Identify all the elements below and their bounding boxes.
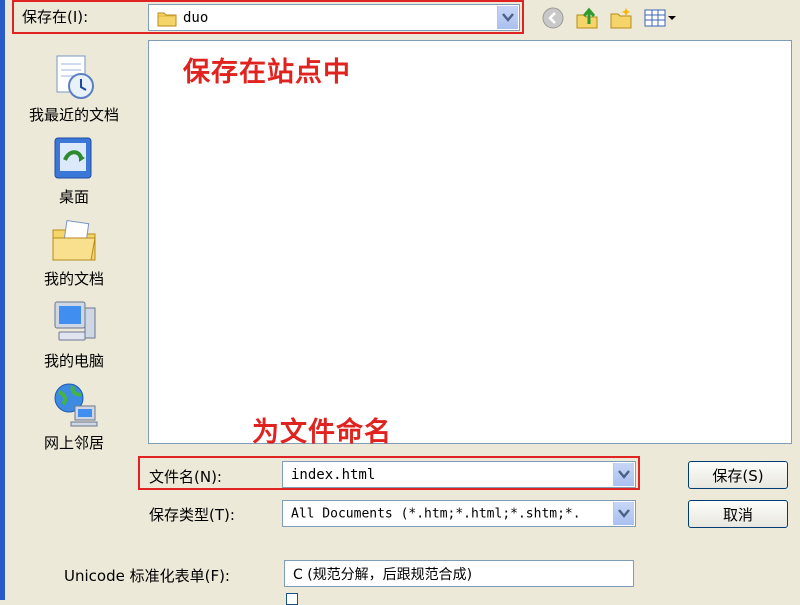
cancel-button[interactable]: 取消 [688,500,788,528]
partial-checkbox[interactable] [286,593,298,605]
save-type-dropdown[interactable]: All Documents (*.htm;*.html;*.shtm;*. [282,500,636,527]
my-computer-icon [49,298,99,348]
place-my-computer[interactable]: 我的电脑 [14,298,134,371]
place-label: 我的电脑 [43,352,104,370]
chevron-down-icon[interactable] [497,6,518,29]
place-recent-documents[interactable]: 我最近的文档 [14,52,134,125]
place-network[interactable]: 网上邻居 [14,380,134,453]
place-my-documents[interactable]: 我的文档 [14,216,134,289]
save-in-value: duo [183,9,209,26]
file-name-input[interactable]: index.html [282,461,636,488]
network-places-icon [49,380,99,430]
folder-icon [157,9,177,27]
save-button[interactable]: 保存(S) [688,461,788,489]
save-type-value: All Documents (*.htm;*.html;*.shtm;*. [291,506,581,521]
file-list[interactable] [148,40,792,444]
recent-documents-icon [49,52,99,102]
views-menu-icon[interactable] [643,6,677,30]
file-name-value: index.html [291,466,376,483]
annotation-save-in-site: 保存在站点中 [183,57,351,88]
place-label: 网上邻居 [43,434,104,452]
file-name-label: 文件名(N): [149,468,222,486]
desktop-icon [49,134,99,184]
unicode-form-value: C (规范分解，后跟规范合成) [293,566,473,583]
place-desktop[interactable]: 桌面 [14,134,134,207]
annotation-name-file: 为文件命名 [252,417,392,448]
save-in-label: 保存在(I): [22,8,89,26]
new-folder-icon[interactable] [609,6,633,30]
place-label: 我的文档 [43,270,104,288]
place-label: 我最近的文档 [28,106,119,124]
save-in-dropdown[interactable]: duo [148,4,520,31]
save-type-label: 保存类型(T): [149,506,235,524]
unicode-form-dropdown[interactable]: C (规范分解，后跟规范合成) [284,560,634,587]
back-icon[interactable] [541,6,565,30]
window-border [0,0,5,600]
my-documents-icon [49,216,99,266]
chevron-down-icon[interactable] [613,502,634,525]
chevron-down-icon[interactable] [613,463,634,486]
unicode-form-label: Unicode 标准化表单(F): [64,567,230,585]
place-label: 桌面 [58,188,89,206]
up-folder-icon[interactable] [575,6,599,30]
